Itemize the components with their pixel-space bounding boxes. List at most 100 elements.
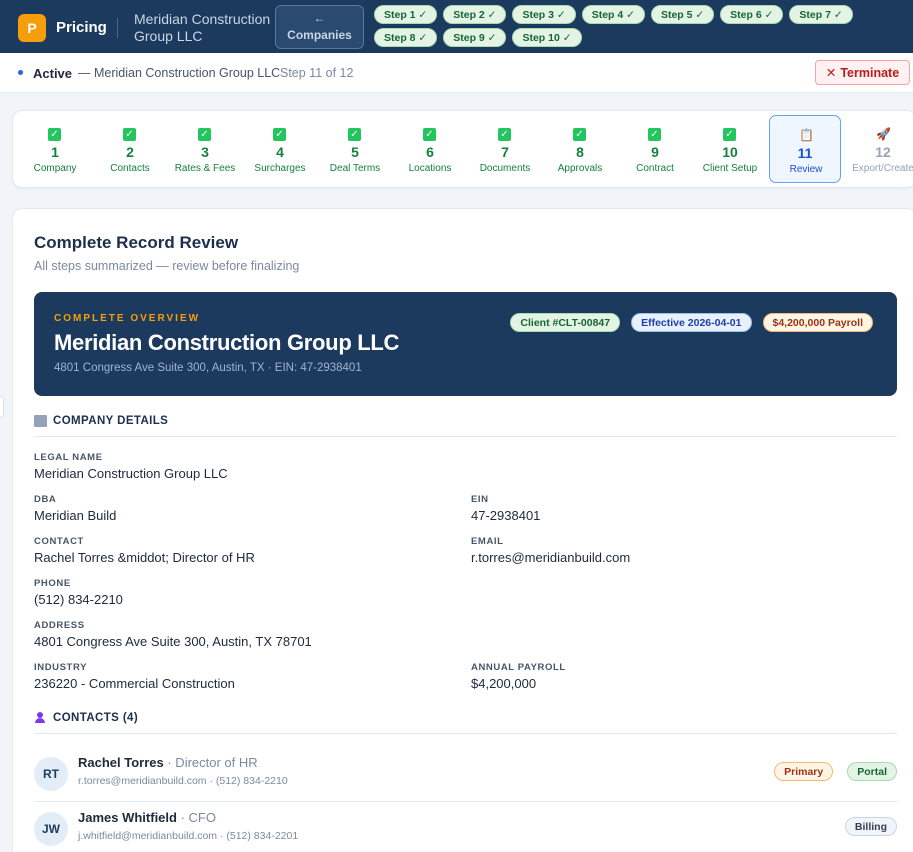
contact-name-text: Rachel Torres bbox=[78, 755, 164, 770]
dba-label: DBA bbox=[34, 494, 57, 505]
step-number: 1 bbox=[51, 144, 59, 160]
close-icon: ✕ bbox=[825, 66, 837, 80]
stepper-step-locations[interactable]: ✓ 6 Locations bbox=[394, 115, 466, 183]
status-step-counter: Step 11 of 12 bbox=[280, 66, 354, 80]
step-number: 4 bbox=[276, 144, 284, 160]
step-number: 5 bbox=[351, 144, 359, 160]
status-dot-icon bbox=[18, 70, 23, 75]
check-icon: ✓ bbox=[423, 128, 436, 141]
overview-badges: Client #CLT-00847 Effective 2026-04-01 $… bbox=[510, 313, 873, 332]
avatar: RT bbox=[34, 757, 68, 791]
step-number: 6 bbox=[426, 144, 434, 160]
contact-role: · CFO bbox=[176, 810, 216, 825]
status-bar: Active — Meridian Construction Group LLC… bbox=[0, 53, 913, 93]
step-number: 12 bbox=[875, 144, 891, 160]
section-title: CONTACTS (4) bbox=[53, 712, 139, 724]
phone-value: (512) 834-2210 bbox=[34, 592, 123, 607]
step-number: 2 bbox=[126, 144, 134, 160]
stepper-step-contract[interactable]: ✓ 9 Contract bbox=[619, 115, 691, 183]
step-pill-3[interactable]: Step 3 ✓ bbox=[512, 5, 576, 24]
top-bar: P Pricing Meridian Construction Group LL… bbox=[0, 0, 913, 53]
portal-tag: Portal bbox=[847, 762, 897, 781]
effective-date-badge: Effective 2026-04-01 bbox=[631, 313, 752, 332]
header-company-name: Meridian Construction Group LLC bbox=[134, 11, 271, 44]
company-details-heading: COMPANY DETAILS bbox=[34, 415, 897, 437]
industry-label: INDUSTRY bbox=[34, 662, 88, 673]
contact-name: James Whitfield · CFO bbox=[78, 810, 216, 825]
side-panel-handle[interactable] bbox=[0, 396, 4, 418]
stepper-step-surcharges[interactable]: ✓ 4 Surcharges bbox=[244, 115, 316, 183]
check-icon: ✓ bbox=[123, 128, 136, 141]
legal-name-label: LEGAL NAME bbox=[34, 452, 103, 463]
contact-row: JW James Whitfield · CFO j.whitfield@mer… bbox=[34, 802, 897, 852]
wizard-stepper: ✓ 1 Company ✓ 2 Contacts ✓ 3 Rates & Fee… bbox=[12, 110, 913, 188]
stepper-step-export-create[interactable]: 🚀 12 Export/Create bbox=[847, 115, 913, 183]
person-icon bbox=[34, 712, 47, 724]
stepper-step-approvals[interactable]: ✓ 8 Approvals bbox=[544, 115, 616, 183]
step-number: 7 bbox=[501, 144, 509, 160]
contacts-heading: CONTACTS (4) bbox=[34, 712, 897, 734]
client-id-badge: Client #CLT-00847 bbox=[510, 313, 621, 332]
contact-meta: r.torres@meridianbuild.com · (512) 834-2… bbox=[78, 775, 288, 787]
email-label: EMAIL bbox=[471, 536, 504, 547]
check-icon: ✓ bbox=[723, 128, 736, 141]
clipboard-icon: 📋 bbox=[799, 128, 814, 142]
status-company: — Meridian Construction Group LLC bbox=[78, 66, 281, 80]
step-pill-list: Step 1 ✓ Step 2 ✓ Step 3 ✓ Step 4 ✓ Step… bbox=[374, 5, 894, 47]
contact-row: RT Rachel Torres · Director of HR r.torr… bbox=[34, 747, 897, 802]
app-title: Pricing bbox=[56, 19, 107, 36]
ein-label: EIN bbox=[471, 494, 489, 505]
legal-name-value: Meridian Construction Group LLC bbox=[34, 466, 228, 481]
check-icon: ✓ bbox=[48, 128, 61, 141]
stepper-step-contacts[interactable]: ✓ 2 Contacts bbox=[94, 115, 166, 183]
step-pill-5[interactable]: Step 5 ✓ bbox=[650, 5, 715, 24]
billing-tag: Billing bbox=[844, 817, 897, 836]
email-value: r.torres@meridianbuild.com bbox=[471, 550, 631, 565]
page-title: Complete Record Review bbox=[34, 233, 239, 252]
stepper-step-deal-terms[interactable]: ✓ 5 Deal Terms bbox=[319, 115, 391, 183]
contact-label: CONTACT bbox=[34, 536, 84, 547]
check-icon: ✓ bbox=[498, 128, 511, 141]
annual-payroll-value: $4,200,000 bbox=[471, 676, 537, 691]
contact-name-text: James Whitfield bbox=[78, 810, 177, 825]
step-pill-10[interactable]: Step 10 ✓ bbox=[512, 28, 582, 47]
overview-company-name: Meridian Construction Group LLC bbox=[54, 330, 400, 355]
step-number: 10 bbox=[722, 144, 738, 160]
stepper-step-rates-fees[interactable]: ✓ 3 Rates & Fees bbox=[169, 115, 241, 183]
step-number: 11 bbox=[797, 145, 813, 161]
building-icon bbox=[34, 415, 47, 427]
step-pill-6[interactable]: Step 6 ✓ bbox=[720, 5, 784, 24]
avatar: JW bbox=[34, 812, 68, 846]
annual-payroll-label: ANNUAL PAYROLL bbox=[471, 662, 566, 673]
overview-address: 4801 Congress Ave Suite 300, Austin, TX … bbox=[54, 362, 362, 374]
step-label: Export/Create bbox=[852, 163, 913, 174]
terminate-label: Terminate bbox=[840, 65, 900, 80]
stepper-step-documents[interactable]: ✓ 7 Documents bbox=[469, 115, 541, 183]
check-icon: ✓ bbox=[198, 128, 211, 141]
primary-tag: Primary bbox=[774, 762, 834, 781]
step-number: 8 bbox=[576, 144, 584, 160]
step-pill-4[interactable]: Step 4 ✓ bbox=[581, 5, 645, 24]
step-number: 9 bbox=[651, 144, 659, 160]
stepper-step-client-setup[interactable]: ✓ 10 Client Setup bbox=[694, 115, 766, 183]
back-to-companies-button[interactable]: ← Companies bbox=[275, 5, 364, 49]
check-icon: ✓ bbox=[348, 128, 361, 141]
contact-meta: j.whitfield@meridianbuild.com · (512) 83… bbox=[78, 830, 299, 842]
page-subtitle: All steps summarized — review before fin… bbox=[34, 259, 300, 273]
stepper-step-review[interactable]: 📋 11 Review bbox=[769, 115, 841, 183]
terminate-button[interactable]: ✕ Terminate bbox=[815, 60, 910, 85]
step-pill-7[interactable]: Step 7 ✓ bbox=[789, 5, 853, 24]
contact-tags: Primary Portal bbox=[774, 762, 897, 781]
step-pill-9[interactable]: Step 9 ✓ bbox=[443, 28, 507, 47]
header-divider bbox=[117, 18, 118, 38]
contact-value: Rachel Torres &middot; Director of HR bbox=[34, 550, 255, 565]
review-card: Complete Record Review All steps summari… bbox=[12, 208, 913, 852]
step-pill-8[interactable]: Step 8 ✓ bbox=[374, 28, 438, 47]
ein-value: 47-2938401 bbox=[471, 508, 541, 523]
check-icon: ✓ bbox=[648, 128, 661, 141]
overview-banner: COMPLETE OVERVIEW Meridian Construction … bbox=[34, 292, 897, 396]
step-pill-2[interactable]: Step 2 ✓ bbox=[443, 5, 507, 24]
stepper-step-company[interactable]: ✓ 1 Company bbox=[19, 115, 91, 183]
step-pill-1[interactable]: Step 1 ✓ bbox=[374, 5, 438, 24]
industry-value: 236220 - Commercial Construction bbox=[34, 676, 235, 691]
